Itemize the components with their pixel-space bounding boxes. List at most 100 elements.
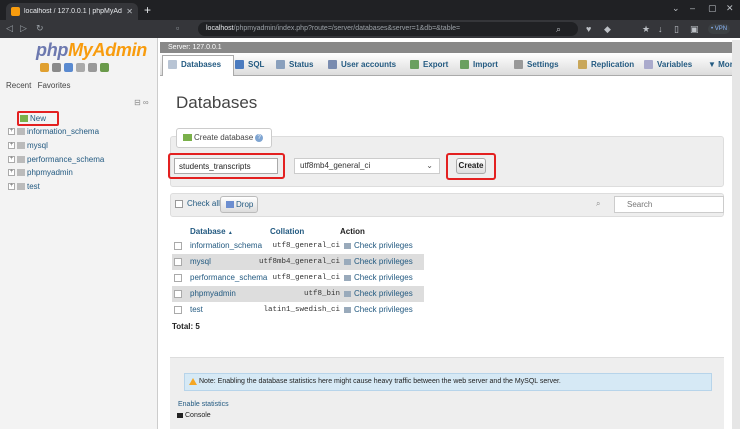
variables-icon: [644, 60, 653, 70]
db-name-link[interactable]: mysql: [190, 254, 211, 270]
tab-settings[interactable]: Settings: [514, 53, 559, 76]
row-checkbox[interactable]: [174, 306, 182, 314]
nav-db-performance-schema[interactable]: + performance_schema: [8, 155, 104, 164]
db-name-link[interactable]: performance_schema: [190, 270, 267, 286]
check-all-checkbox[interactable]: [175, 199, 183, 208]
check-privileges-link[interactable]: Check privileges: [344, 286, 413, 302]
phpmyadmin-logo[interactable]: phpMyAdmin: [36, 40, 147, 61]
check-all[interactable]: Check all: [175, 198, 220, 210]
drop-button[interactable]: Drop: [220, 196, 258, 213]
reload-nav-icon[interactable]: [100, 63, 109, 72]
check-privileges-link[interactable]: Check privileges: [344, 270, 413, 286]
create-button-highlight: [446, 153, 496, 180]
expand-icon[interactable]: +: [8, 156, 15, 164]
expand-icon[interactable]: +: [8, 169, 15, 177]
table-row: performance_schema utf8_general_ci Check…: [172, 270, 424, 286]
close-window-icon[interactable]: ✕: [726, 3, 734, 14]
expand-icon[interactable]: +: [8, 142, 15, 150]
recent-tab[interactable]: Recent: [6, 81, 31, 90]
row-checkbox[interactable]: [174, 290, 182, 298]
nav-db-phpmyadmin[interactable]: + phpmyadmin: [8, 168, 73, 177]
replication-icon: [578, 60, 587, 70]
extension-icon[interactable]: ◆: [604, 23, 611, 35]
check-privileges-link[interactable]: Check privileges: [344, 238, 413, 254]
database-name-highlight: [168, 153, 285, 179]
sidebar-icon[interactable]: ▣: [690, 23, 699, 35]
download-icon[interactable]: ↓: [658, 23, 663, 35]
shield-icon[interactable]: ♥: [586, 23, 591, 35]
server-breadcrumb[interactable]: Server: 127.0.0.1: [160, 42, 740, 53]
row-checkbox[interactable]: [174, 274, 182, 282]
enable-statistics-link[interactable]: Enable statistics: [178, 401, 229, 408]
minimize-icon[interactable]: –: [690, 3, 695, 13]
close-tab-icon[interactable]: ✕: [126, 7, 133, 16]
maximize-icon[interactable]: ▢: [708, 3, 717, 14]
vpn-badge[interactable]: • VPN: [708, 24, 730, 34]
privileges-icon: [344, 258, 351, 265]
privileges-icon: [344, 290, 351, 297]
database-icon: [17, 142, 25, 150]
tab-databases[interactable]: Databases: [168, 53, 221, 76]
console-toggle[interactable]: Console: [174, 410, 211, 422]
db-collation: utf8_bin: [303, 290, 340, 298]
tab-variables[interactable]: Variables: [644, 53, 692, 76]
collation-select[interactable]: utf8mb4_general_ci ⌄: [294, 158, 440, 174]
db-name-link[interactable]: phpmyadmin: [190, 286, 236, 302]
help-icon[interactable]: ?: [255, 133, 264, 142]
col-header-collation[interactable]: Collation: [270, 227, 304, 236]
tab-replication[interactable]: Replication: [578, 53, 634, 76]
wallet-icon[interactable]: ▯: [674, 23, 679, 35]
url-path: /phpmyadmin/index.php?route=/server/data…: [233, 25, 461, 32]
sort-asc-icon: ▲: [227, 230, 233, 236]
docs-icon[interactable]: [64, 63, 73, 72]
url-field[interactable]: localhost/phpmyadmin/index.php?route=/se…: [198, 22, 578, 36]
new-tab-icon[interactable]: +: [144, 3, 151, 17]
sql-docs-icon[interactable]: [76, 63, 85, 72]
tab-import[interactable]: Import: [460, 53, 498, 76]
tab-export[interactable]: Export: [410, 53, 448, 76]
total-count: Total: 5: [172, 322, 200, 331]
import-icon: [460, 60, 469, 70]
check-privileges-link[interactable]: Check privileges: [344, 302, 413, 318]
search-input[interactable]: [614, 196, 724, 213]
settings-gear-icon[interactable]: [88, 63, 97, 72]
tab-user-accounts[interactable]: User accounts: [328, 53, 396, 76]
navigation-panel: [0, 38, 158, 429]
status-icon: [276, 60, 285, 70]
nav-quick-icons: [40, 63, 109, 72]
check-privileges-link[interactable]: Check privileges: [344, 254, 413, 270]
table-row: information_schema utf8_general_ci Check…: [172, 238, 424, 254]
warning-icon: [189, 377, 197, 385]
tab-sql[interactable]: SQL: [235, 53, 264, 76]
browser-tab-title: localhost / 127.0.0.1 | phpMyAdmin: [24, 8, 123, 15]
table-row: phpmyadmin utf8_bin Check privileges: [172, 286, 424, 302]
nav-db-test[interactable]: + test: [8, 182, 40, 191]
browser-tab[interactable]: localhost / 127.0.0.1 | phpMyAdmin ✕: [6, 3, 138, 20]
bookmark-page-icon[interactable]: ▫: [176, 22, 179, 35]
home-icon[interactable]: [40, 63, 49, 72]
collapse-all-icon[interactable]: ⊟ ∞: [134, 98, 149, 107]
row-checkbox[interactable]: [174, 242, 182, 250]
forward-icon[interactable]: ▷: [20, 22, 27, 35]
nav-db-mysql[interactable]: + mysql: [8, 141, 48, 150]
database-icon: [17, 156, 25, 164]
expand-icon[interactable]: +: [8, 128, 15, 136]
chevron-down-icon: ⌄: [426, 161, 433, 170]
tab-list-icon[interactable]: ⌄: [672, 3, 680, 14]
page-scrollbar[interactable]: [732, 40, 740, 429]
back-icon[interactable]: ◁: [6, 22, 13, 35]
phpmyadmin-favicon-icon: [11, 7, 20, 16]
privileges-icon: [344, 242, 351, 249]
db-name-link[interactable]: information_schema: [190, 238, 262, 254]
zoom-icon[interactable]: ⌕: [556, 23, 561, 35]
tab-status[interactable]: Status: [276, 53, 313, 76]
reload-icon[interactable]: ↻: [36, 22, 44, 35]
row-checkbox[interactable]: [174, 258, 182, 266]
db-name-link[interactable]: test: [190, 302, 203, 318]
col-header-database[interactable]: Database ▲: [190, 227, 233, 236]
logout-icon[interactable]: [52, 63, 61, 72]
star-icon[interactable]: ★: [642, 23, 650, 35]
expand-icon[interactable]: +: [8, 183, 15, 191]
favorites-tab[interactable]: Favorites: [38, 81, 71, 90]
nav-db-information-schema[interactable]: + information_schema: [8, 127, 99, 136]
